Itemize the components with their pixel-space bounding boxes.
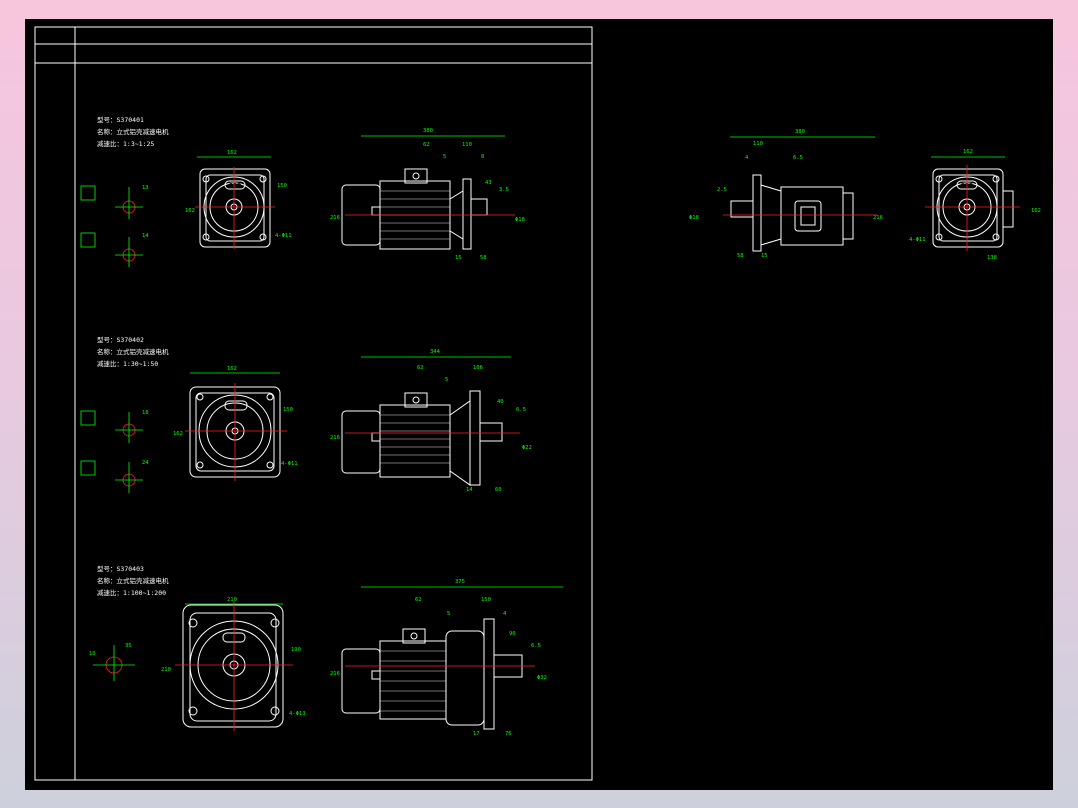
cad-drawing-canvas[interactable]: 型号：S370401 名称：立式铝壳减速电机 减速比：1:3~1:25 13 1… [25,19,1053,790]
right-end-bottom: 138 [987,255,997,261]
side-top-b-3: 150 [481,597,491,603]
drawing-2: 型号：S370402 名称：立式铝壳减速电机 减速比：1:30~1:50 18 … [80,335,532,493]
name-label-3: 名称：立式铝壳减速电机 [97,576,169,585]
logo-2: SGO [230,404,242,410]
key-section-1: 13 14 [80,185,149,267]
ratio-label-1: 减速比：1:3~1:25 [97,139,154,148]
side-top-a-2: 62 [417,365,424,371]
model-label-3: 型号：S370403 [97,564,144,573]
side-top-a-1: 62 [423,142,430,148]
flange-b-1: 58 [480,255,487,261]
shaft-diam-3: Φ32 [537,675,547,681]
front-hole-2: 4-Φ11 [281,461,298,467]
sec-dim-a-2: 18 [142,410,149,416]
shaft-diam-1: Φ18 [515,217,525,223]
right-side-view: 380 110 6.5 4 2.5 58 15 216 Φ18 [689,129,883,259]
side-height-1: 216 [330,215,340,221]
model-label-2: 型号：S370402 [97,335,144,344]
side-view-1: 380 62 110 5 8 216 Φ18 15 58 3.5 43 [330,128,525,261]
right-side-height: 216 [873,215,883,221]
key-section-2: 18 24 [80,410,149,493]
right-side-a: 110 [753,141,763,147]
front-height-3: 210 [161,667,171,673]
flange-a-2: 14 [466,487,473,493]
front-pcd-1: 150 [277,183,287,189]
model-label-1: 型号：S370401 [97,115,144,124]
sec-dim-b-1: 14 [142,233,149,239]
right-drawing: 380 110 6.5 4 2.5 58 15 216 Φ18 162 SGO … [689,129,1041,261]
side-small-b-1: 8 [481,154,484,160]
front-view-3: SGO 210 210 190 4-Φ13 [161,597,306,731]
side-small-a-1: 5 [443,154,446,160]
right-side-overall: 380 [795,129,805,135]
front-pcd-2: 150 [283,407,293,413]
ratio-label-3: 减速比：1:100~1:200 [97,588,166,597]
right-end-width: 162 [963,149,973,155]
front-pcd-3: 190 [291,647,301,653]
cooling-fins-3 [380,650,446,712]
sec-dim-b-3: 10 [89,651,96,657]
key-b-3: 90 [509,631,516,637]
sec-dim-a-3: 35 [125,643,132,649]
right-side-c: 4 [745,155,749,161]
shaft-diam-2: Φ22 [522,445,532,451]
front-height-1: 162 [185,208,195,214]
cooling-fins-2 [380,414,450,464]
front-width-2: 162 [227,366,237,372]
front-hole-1: 4-Φ11 [275,233,292,239]
side-top-b-2: 106 [473,365,483,371]
drawing-3: 型号：S370403 名称：立式铝壳减速电机 减速比：1:100~1:200 3… [89,564,563,737]
side-small-a-3: 5 [447,611,450,617]
drawing-1: 型号：S370401 名称：立式铝壳减速电机 减速比：1:3~1:25 13 1… [80,115,525,267]
front-width-3: 210 [227,597,237,603]
flange-b-2: 60 [495,487,502,493]
key-a-3: 6.5 [531,643,541,649]
side-small-b-3: 4 [503,611,507,617]
side-height-2: 216 [330,435,340,441]
side-top-a-3: 62 [415,597,422,603]
side-height-3: 216 [330,671,340,677]
front-height-2: 162 [173,431,183,437]
key-b-1: 43 [485,180,492,186]
cad-drawing-viewport[interactable]: 型号：S370401 名称：立式铝壳减速电机 减速比：1:3~1:25 13 1… [25,19,1053,790]
side-overall-2: 344 [430,349,441,355]
side-overall-1: 380 [423,128,433,134]
right-end-height: 162 [1031,208,1041,214]
flange-a-3: 17 [473,731,480,737]
front-hole-3: 4-Φ13 [289,711,306,717]
front-view-2: SGO 162 162 150 4-Φ11 [173,366,298,481]
key-section-3: 35 10 [89,643,135,681]
right-side-f: 15 [761,253,768,259]
sec-dim-b-2: 24 [142,460,149,466]
right-side-d: 2.5 [717,187,727,193]
right-end-hole: 4-Φ11 [909,237,926,243]
name-label-1: 名称：立式铝壳减速电机 [97,127,169,136]
flange-a-1: 15 [455,255,462,261]
side-small-a-2: 5 [445,377,448,383]
sec-dim-a-1: 13 [142,185,149,191]
key-a-1: 3.5 [499,187,509,193]
right-side-b: 6.5 [793,155,803,161]
ratio-label-2: 减速比：1:30~1:50 [97,359,158,368]
side-overall-3: 375 [455,579,465,585]
right-end-view: 162 SGO 162 138 4-Φ11 [909,149,1041,261]
right-shaft: Φ18 [689,215,699,221]
front-view-1: SGO 162 162 150 4-Φ11 [185,150,292,249]
side-view-2: 344 62 106 5 216 Φ22 14 60 6.5 40 [330,349,532,493]
logo-1: SGO [229,183,241,189]
front-width-1: 162 [227,150,237,156]
side-view-3: 375 62 150 5 4 216 Φ32 17 76 6.5 90 [330,579,563,737]
name-label-2: 名称：立式铝壳减速电机 [97,347,169,356]
flange-b-3: 76 [505,731,512,737]
key-b-2: 40 [497,399,504,405]
side-top-b-1: 110 [462,142,472,148]
key-a-2: 6.5 [516,407,526,413]
right-side-e: 58 [737,253,744,259]
